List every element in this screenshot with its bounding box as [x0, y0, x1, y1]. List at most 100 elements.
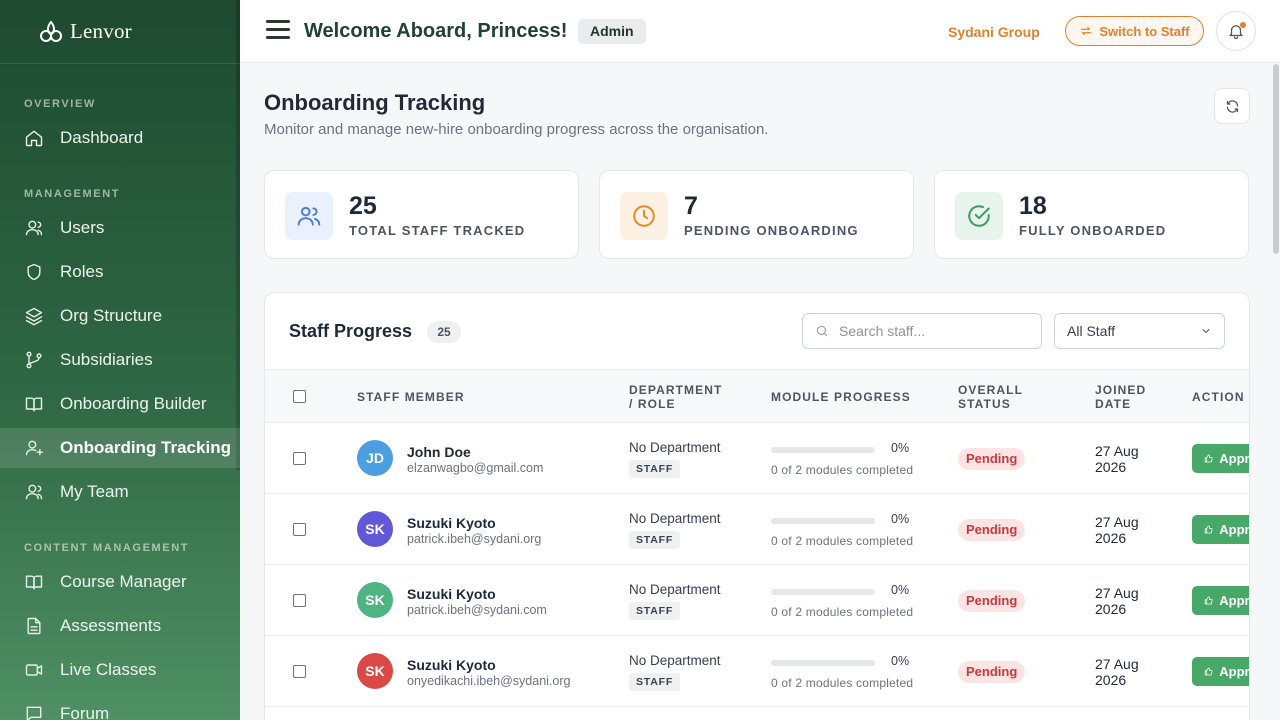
sidebar-item-label: Live Classes — [60, 660, 157, 679]
joined-date-line2: 2026 — [1095, 530, 1127, 546]
avatar: SK — [357, 653, 393, 689]
home-icon — [25, 130, 43, 147]
col-department-line1: DEPARTMENT — [629, 383, 723, 397]
col-joined-line2: DATE — [1095, 397, 1132, 411]
col-overall-status[interactable]: OVERALL STATUS — [958, 383, 1023, 411]
sidebar-item-my-team[interactable]: My Team — [0, 472, 240, 512]
refresh-icon — [1226, 99, 1238, 113]
stat-icon-wrap — [620, 192, 668, 240]
select-all-checkbox[interactable] — [293, 390, 306, 403]
progress-percent: 0% — [891, 583, 910, 597]
users-icon — [297, 206, 321, 226]
progress-percent: 0% — [891, 441, 910, 455]
org-name-link[interactable]: Sydani Group — [948, 24, 1040, 40]
role-tag: STAFF — [629, 460, 681, 478]
joined-date: 27 Aug 2026 — [1095, 514, 1155, 546]
sidebar-item-dashboard[interactable]: Dashboard — [0, 118, 240, 158]
table-row[interactable]: SK Suzuki Kyoto patrick.ibeh@sydani.org … — [265, 494, 1249, 565]
row-checkbox[interactable] — [293, 665, 306, 678]
role-tag: STAFF — [629, 531, 681, 549]
sidebar-item-onboarding-builder[interactable]: Onboarding Builder — [0, 384, 240, 424]
table-row[interactable]: SK Suzuki Kyoto patrick.ibeh@sydani.com … — [265, 565, 1250, 636]
department: No Department — [629, 582, 721, 597]
sidebar-item-label: Dashboard — [60, 128, 144, 147]
sidebar-item-label: My Team — [60, 482, 129, 501]
staff-email: patrick.ibeh@sydani.org — [407, 532, 542, 546]
sidebar-item-onboarding-tracking[interactable]: Onboarding Tracking — [0, 428, 240, 468]
staff-name: John Doe — [407, 444, 471, 460]
sidebar-item-assessments[interactable]: Assessments — [0, 606, 240, 646]
staff-name: Suzuki Kyoto — [407, 657, 496, 673]
status-badge: Pending — [958, 590, 1026, 612]
role-tag: STAFF — [629, 673, 681, 691]
avatar: SK — [357, 582, 393, 618]
welcome-heading: Welcome Aboard, Princess! — [304, 20, 568, 42]
sidebar-item-org-structure[interactable]: Org Structure — [0, 296, 240, 336]
row-checkbox[interactable] — [293, 594, 306, 607]
thumbs-up-icon — [1204, 667, 1213, 676]
search-box[interactable] — [802, 313, 1042, 349]
staff-filter-select[interactable]: All Staff — [1054, 313, 1225, 349]
sidebar-item-course-manager[interactable]: Course Manager — [0, 562, 240, 602]
sidebar-item-users[interactable]: Users — [0, 208, 240, 248]
avatar: JD — [357, 440, 393, 476]
approve-button[interactable]: Approve — [1192, 657, 1249, 686]
table-row[interactable]: SK Suzuki Kyoto onyedikachi.ibeh@sydani.… — [265, 636, 1249, 707]
approve-button[interactable]: Approve — [1192, 515, 1249, 544]
joined-date-line2: 2026 — [1095, 601, 1127, 617]
stat-label: FULLY ONBOARDED — [1019, 223, 1167, 238]
chevron-down-icon — [1202, 329, 1210, 333]
stat-value: 25 — [349, 192, 377, 220]
col-staff-member[interactable]: STAFF MEMBER — [357, 390, 465, 404]
stat-icon-wrap — [285, 192, 333, 240]
row-checkbox[interactable] — [293, 452, 306, 465]
col-department[interactable]: DEPARTMENT / ROLE — [629, 383, 722, 411]
role-badge: Admin — [578, 19, 646, 44]
col-joined-date[interactable]: JOINED DATE — [1095, 383, 1146, 411]
search-icon — [816, 325, 828, 337]
progress-note: 0 of 2 modules completed — [771, 605, 914, 619]
menu-icon[interactable] — [266, 20, 290, 40]
approve-button[interactable]: Approve — [1192, 444, 1250, 473]
search-input[interactable] — [839, 323, 1019, 339]
department: No Department — [629, 653, 721, 668]
joined-date: 27 Aug 2026 — [1095, 443, 1155, 475]
sidebar-item-label: Org Structure — [60, 306, 163, 325]
users-icon — [25, 484, 43, 500]
approve-button-label: Approve — [1219, 593, 1250, 608]
sidebar-item-roles[interactable]: Roles — [0, 252, 240, 292]
status-badge: Pending — [958, 519, 1026, 541]
table-row[interactable]: JD John Doe elzanwagbo@gmail.com No Depa… — [265, 423, 1250, 494]
refresh-button[interactable] — [1214, 88, 1250, 124]
top-bar: Welcome Aboard, Princess! Admin Sydani G… — [240, 0, 1280, 63]
row-checkbox[interactable] — [293, 523, 306, 536]
staff-name: Suzuki Kyoto — [407, 586, 496, 602]
staff-email: onyedikachi.ibeh@sydani.org — [407, 674, 571, 688]
notifications-button[interactable] — [1216, 11, 1256, 51]
switch-button-label: Switch to Staff — [1099, 23, 1190, 39]
stat-card-pending: 7 PENDING ONBOARDING — [599, 170, 914, 259]
sidebar-item-label: Onboarding Builder — [60, 394, 207, 413]
progress-percent: 0% — [891, 654, 910, 668]
approve-button[interactable]: Approve — [1192, 586, 1250, 615]
progress-note: 0 of 2 modules completed — [771, 463, 914, 477]
sidebar-item-forum[interactable]: Forum — [0, 694, 240, 720]
department: No Department — [629, 511, 721, 526]
page-title: Onboarding Tracking — [264, 90, 486, 115]
avatar: SK — [357, 511, 393, 547]
col-status-line1: OVERALL — [958, 383, 1024, 397]
switch-to-staff-button[interactable]: Switch to Staff — [1065, 16, 1204, 46]
progress-bar — [771, 447, 875, 453]
main-scrollbar[interactable] — [1273, 64, 1279, 254]
sidebar-item-live-classes[interactable]: Live Classes — [0, 650, 240, 690]
notification-dot — [1240, 22, 1246, 28]
col-module-progress[interactable]: MODULE PROGRESS — [771, 390, 911, 404]
brand[interactable]: Lenvor — [0, 0, 240, 64]
file-text-icon — [27, 617, 41, 635]
layers-icon — [25, 307, 43, 326]
progress-note: 0 of 2 modules completed — [771, 676, 914, 690]
book-open-icon — [25, 397, 43, 412]
joined-date-line2: 2026 — [1095, 672, 1127, 688]
approve-button-label: Approve — [1219, 451, 1250, 466]
sidebar-item-subsidiaries[interactable]: Subsidiaries — [0, 340, 240, 380]
